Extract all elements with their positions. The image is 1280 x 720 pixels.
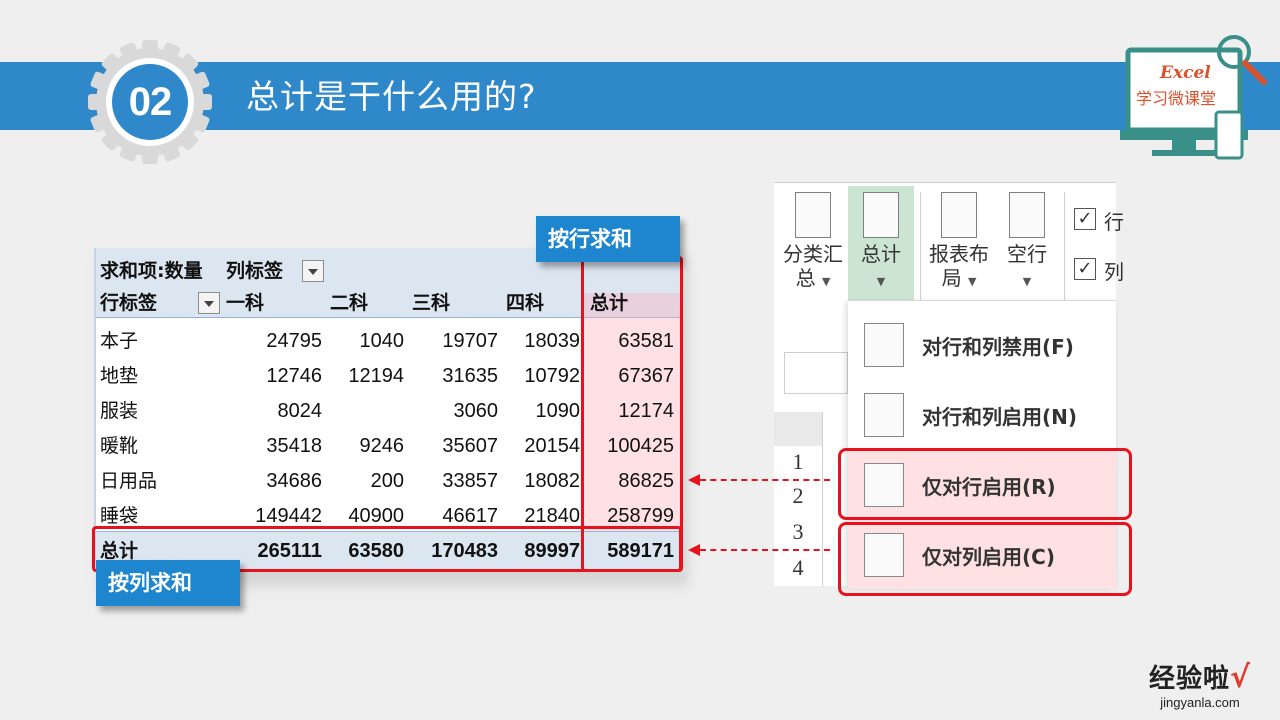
select-all-corner[interactable] [774, 412, 822, 446]
data-cell: 24795 [266, 330, 322, 352]
data-cell: 12746 [266, 365, 322, 387]
columns-only-highlight-box [838, 522, 1132, 596]
row-label: 地垫 [100, 365, 139, 387]
data-cell: 20154 [524, 435, 580, 457]
arrow-left-icon [688, 544, 700, 556]
row-number[interactable]: 1 [774, 444, 822, 480]
column-header: 二科 [330, 292, 369, 314]
data-cell: 18039 [524, 330, 580, 352]
row-header-border [822, 412, 823, 586]
data-cell: 19707 [442, 330, 498, 352]
checkmark-icon: √ [1230, 660, 1252, 695]
blank-rows-button[interactable]: 空行 ▼ [996, 192, 1058, 294]
row-label: 日用品 [100, 470, 158, 492]
blank-rows-icon [1009, 192, 1045, 238]
watermark-text: 经验啦 [1148, 664, 1230, 694]
grand-total-column-box [581, 256, 683, 572]
report-layout-label-line2: 局 [941, 266, 962, 290]
row-label: 本子 [100, 330, 139, 352]
row-number[interactable]: 4 [774, 550, 822, 586]
data-cell: 31635 [442, 365, 498, 387]
column-labels-label: 列标签 [226, 260, 284, 282]
row-label: 暖靴 [100, 435, 139, 457]
watermark-main: 经验啦√ [1130, 662, 1270, 695]
blank-rows-label: 空行 [1007, 242, 1047, 266]
logo-subtitle: 学习微课堂 [1136, 89, 1216, 108]
data-cell [322, 396, 404, 426]
data-cell: 9246 [359, 435, 405, 457]
data-cell: 33857 [442, 470, 498, 492]
menu-item-label: 对行和列禁用(F) [922, 335, 1074, 359]
slide-title: 总计是干什么用的? [246, 77, 537, 116]
section-number: 02 [128, 80, 173, 124]
data-cell: 35418 [266, 435, 322, 457]
data-cell: 8024 [277, 400, 323, 422]
row-headers-label: 行 [1104, 210, 1124, 234]
subtotals-button[interactable]: 分类汇 总 ▼ [778, 192, 848, 294]
watermark-url: jingyanla.com [1160, 695, 1240, 710]
data-cell: 1040 [359, 330, 405, 352]
report-layout-label-line1: 报表布 [929, 242, 989, 266]
data-cell: 34686 [266, 470, 322, 492]
grand-totals-button[interactable]: 总计 ▼ [848, 186, 914, 302]
column-header: 一科 [226, 292, 265, 314]
grand-totals-icon [863, 192, 899, 238]
chevron-down-icon: ▼ [967, 275, 977, 288]
chevron-down-icon: ▼ [1022, 275, 1032, 288]
row-number[interactable]: 2 [774, 478, 822, 514]
report-layout-button[interactable]: 报表布 局 ▼ [926, 192, 992, 294]
column-filter-dropdown-icon[interactable] [302, 260, 324, 282]
data-cell: 35607 [442, 435, 498, 457]
table-off-icon [864, 323, 904, 367]
row-number[interactable]: 3 [774, 514, 822, 550]
data-cell: 10792 [524, 365, 580, 387]
name-box[interactable] [784, 352, 848, 394]
ribbon-divider [1064, 192, 1065, 302]
menu-item-label: 对行和列启用(N) [922, 405, 1078, 429]
column-headers-label: 列 [1104, 260, 1124, 284]
data-cell: 12194 [348, 365, 404, 387]
sheet-background: 1 2 3 4 [774, 332, 848, 586]
column-sum-tag: 按列求和 [96, 560, 240, 606]
arrow-line-rows [700, 479, 830, 481]
arrow-line-columns [700, 549, 830, 551]
arrow-left-icon [688, 474, 700, 486]
data-cell: 1090 [535, 400, 581, 422]
grand-totals-label: 总计 [861, 242, 901, 266]
column-sum-tag-label: 按列求和 [108, 571, 192, 595]
subtotals-label-line2: 总 [795, 266, 816, 290]
column-headers-checkbox[interactable]: ✓ [1074, 258, 1096, 280]
data-cell: 200 [370, 470, 404, 492]
chevron-down-icon: ▼ [821, 275, 831, 288]
subtotals-label-line1: 分类汇 [783, 242, 843, 266]
watermark: 经验啦√ jingyanla.com [1130, 662, 1270, 716]
column-header: 四科 [506, 292, 545, 314]
row-sum-tag-label: 按行求和 [548, 227, 632, 251]
sum-label: 求和项:数量 [100, 260, 203, 282]
row-sum-tag: 按行求和 [536, 216, 680, 262]
subtotals-icon [795, 192, 831, 238]
row-filter-dropdown-icon[interactable] [198, 292, 220, 314]
ribbon-divider [920, 192, 921, 302]
rows-only-highlight-box [838, 448, 1132, 520]
table-on-icon [864, 393, 904, 437]
data-cell: 3060 [453, 400, 499, 422]
ribbon-top-border [774, 182, 1116, 183]
row-labels-label: 行标签 [100, 292, 158, 314]
row-label: 服装 [100, 400, 139, 422]
column-header: 三科 [412, 292, 451, 314]
data-cell: 18082 [524, 470, 580, 492]
row-headers-checkbox[interactable]: ✓ [1074, 208, 1096, 230]
logo-title: Excel [1159, 63, 1211, 83]
menu-item-on-for-rows-and-columns[interactable]: 对行和列启用(N) [848, 379, 1116, 449]
chevron-down-icon: ▼ [876, 275, 886, 288]
excel-course-logo: Excel 学习微课堂 [1120, 35, 1267, 160]
menu-item-off-for-rows-and-columns[interactable]: 对行和列禁用(F) [848, 309, 1116, 379]
report-layout-icon [941, 192, 977, 238]
